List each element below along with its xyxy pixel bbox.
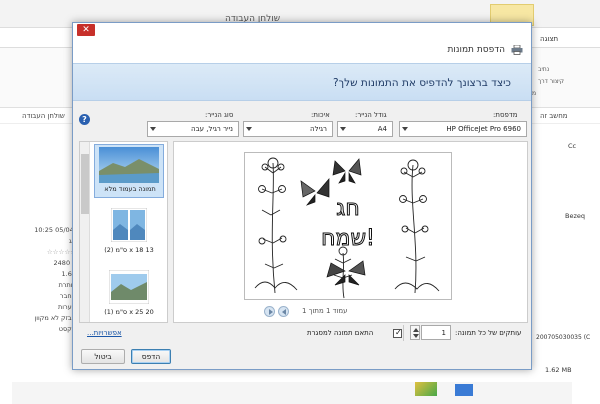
address-left-text: שולחן העבודה xyxy=(22,112,65,120)
print-button[interactable]: הדפס xyxy=(131,349,171,364)
print-preview-area: חג שמח! עמוד 1 מתוך 1 xyxy=(173,141,528,323)
greeting-line-2: שמח! xyxy=(321,226,375,251)
file-item-bezeq[interactable]: Bezeq xyxy=(565,212,585,220)
taskbar-icon-green[interactable] xyxy=(415,382,437,396)
layout-scrollbar-thumb[interactable] xyxy=(81,154,89,214)
butterfly-icon xyxy=(300,178,330,206)
close-button[interactable]: ✕ xyxy=(77,24,95,36)
layout-item-20x25[interactable]: 20 x 25 ס"מ (1) xyxy=(94,268,164,322)
details-rating[interactable]: ☆☆☆☆☆ xyxy=(28,247,76,258)
details-offline: מבזק לא מקוון xyxy=(34,314,76,322)
greeting-card-preview: חג שמח! xyxy=(254,157,440,299)
details-size: 1.62 xyxy=(61,270,76,278)
flower-left-icon xyxy=(254,157,298,294)
file-item-size: 1.62 MB xyxy=(545,366,572,374)
copies-label: עותקים של כל תמונה: xyxy=(455,329,522,337)
dialog-title-bar: ✕ xyxy=(73,23,531,37)
details-text: טקסט xyxy=(58,325,76,333)
greeting-line-1: חג xyxy=(336,196,359,221)
fit-picture-label: התאם תמונה למסגרת xyxy=(307,329,374,337)
page-navigation: עמוד 1 מתוך 1 xyxy=(262,305,392,319)
paper-type-value: נייר רגיל, עבה xyxy=(191,125,233,133)
printer-select[interactable]: HP OfficeJet Pro 6960 xyxy=(399,121,527,137)
dialog-caption: הדפסת תמונות xyxy=(73,37,531,63)
close-icon: ✕ xyxy=(82,25,90,35)
chevron-down-icon xyxy=(402,127,408,131)
address-right-text: מחשב זה xyxy=(540,112,568,120)
options-link[interactable]: אפשרויות... xyxy=(87,329,122,337)
layout-item-full-page[interactable]: תמונה בעמוד מלא xyxy=(94,144,164,198)
layout-scrollbar[interactable] xyxy=(80,142,90,322)
copies-spinner[interactable] xyxy=(410,325,420,340)
file-item-c[interactable]: Cc xyxy=(568,142,576,150)
chevron-down-icon[interactable] xyxy=(413,334,419,338)
paper-size-label: גודל הנייר: xyxy=(355,111,387,119)
chevron-right-icon xyxy=(269,309,273,315)
printer-value: HP OfficeJet Pro 6960 xyxy=(446,125,521,133)
flower-right-icon xyxy=(394,159,440,294)
ribbon-label-shortcut[interactable]: קיצור דרך xyxy=(538,78,564,85)
help-icon[interactable]: ? xyxy=(79,114,90,125)
layout-caption: 13 x 18 ס"מ (2) xyxy=(104,246,154,254)
paper-size-select[interactable]: A4 xyxy=(337,121,393,137)
taskbar-icon-blue[interactable] xyxy=(455,384,473,396)
layout-caption: תמונה בעמוד מלא xyxy=(104,185,156,193)
quality-label: איכות: xyxy=(311,111,330,119)
ribbon-label-path[interactable]: נתיב xyxy=(538,66,549,73)
layout-list[interactable]: תמונה בעמוד מלא 13 x 18 ס"מ (2) 20 x 25 … xyxy=(79,141,168,323)
print-pictures-dialog: ✕ הדפסת תמונות כיצד ברצונך להדפיס את התמ… xyxy=(72,22,532,370)
quality-value: רגילה xyxy=(310,125,327,133)
copies-value: 1 xyxy=(441,329,446,337)
paper-type-select[interactable]: נייר רגיל, עבה xyxy=(147,121,239,137)
landscape-thumbnail-icon xyxy=(99,147,159,183)
next-page-button[interactable] xyxy=(264,306,275,317)
explorer-status-strip xyxy=(12,382,572,404)
chevron-down-icon xyxy=(150,127,156,131)
check-icon: ✓ xyxy=(395,328,402,337)
copies-input[interactable]: 1 xyxy=(421,325,451,340)
quality-select[interactable]: רגילה xyxy=(243,121,333,137)
ribbon-label-misc: מ xyxy=(532,90,537,97)
cancel-button[interactable]: ביטול xyxy=(81,349,125,364)
printer-label: מדפסת: xyxy=(493,111,518,119)
details-comments: הערות xyxy=(57,303,76,311)
ribbon-tab-view[interactable]: תצוגה xyxy=(540,35,558,43)
question-heading: כיצד ברצונך להדפיס את התמונות שלך? xyxy=(332,77,511,89)
butterfly-icon xyxy=(326,260,366,286)
question-banner: כיצד ברצונך להדפיס את התמונות שלך? xyxy=(73,63,531,101)
details-author: מחבר xyxy=(59,292,76,300)
details-date: 10:25 05/04/ xyxy=(34,226,76,234)
paper-size-value: A4 xyxy=(377,125,387,133)
layout-caption: 20 x 25 ס"מ (1) xyxy=(104,308,154,316)
printer-icon xyxy=(511,45,523,55)
two-photos-thumbnail-icon xyxy=(111,208,147,242)
page-counter: עמוד 1 מתוך 1 xyxy=(302,307,348,315)
details-dimensions: 2480 x xyxy=(53,259,76,267)
chevron-down-icon xyxy=(340,127,346,131)
dialog-title: הדפסת תמונות xyxy=(447,45,505,55)
file-item-name[interactable]: 200705030035 (C xyxy=(536,334,590,341)
details-pane: 10:25 05/04/ תג ☆☆☆☆☆ 2480 x 1.62 כותרת … xyxy=(28,225,76,335)
chevron-up-icon[interactable] xyxy=(413,328,419,332)
butterfly-icon xyxy=(332,158,362,184)
prev-page-button[interactable] xyxy=(278,306,289,317)
chevron-left-icon xyxy=(282,309,286,315)
details-tag: תג xyxy=(28,236,76,247)
fit-picture-checkbox[interactable]: ✓ xyxy=(393,328,402,338)
single-photo-thumbnail-icon xyxy=(109,270,149,304)
preview-page: חג שמח! xyxy=(244,152,452,300)
chevron-down-icon xyxy=(246,127,252,131)
separator xyxy=(403,325,404,341)
paper-type-label: סוג הנייר: xyxy=(205,111,234,119)
layout-item-13x18[interactable]: 13 x 18 ס"מ (2) xyxy=(94,206,164,260)
details-title: כותרת xyxy=(58,281,76,289)
